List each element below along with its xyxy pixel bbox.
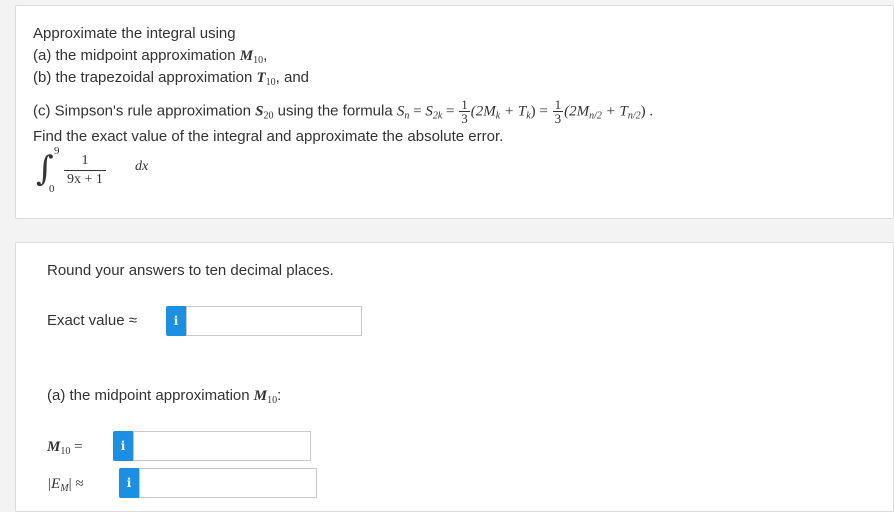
integral-expression: ∫ 9 0 1 9x + 1 dx xyxy=(36,145,176,199)
part-a-title-subscript: 10 xyxy=(267,395,278,406)
part-a-end: , xyxy=(263,47,268,64)
formula-part1: (2M xyxy=(470,103,496,120)
part-a-title-text: (a) the midpoint approximation xyxy=(47,387,254,404)
formula-n2b: n/2 xyxy=(627,110,641,122)
question-part-b: (b) the trapezoidal approximation T10, a… xyxy=(33,69,310,88)
error-input[interactable] xyxy=(139,468,317,498)
part-c-using: using the formula xyxy=(273,102,397,120)
m10-info-button[interactable]: i xyxy=(113,431,133,461)
part-b-symbol: T xyxy=(256,70,266,86)
integrand-fraction: 1 9x + 1 xyxy=(64,152,106,189)
part-a-title-symbol: M xyxy=(253,388,268,404)
formula-eq2: = xyxy=(442,103,459,120)
exact-value-input[interactable] xyxy=(186,306,362,336)
fraction-denominator: 3 xyxy=(461,111,468,126)
question-instruction: Find the exact value of the integral and… xyxy=(33,128,504,145)
part-c-text: (c) Simpson's rule approximation xyxy=(33,102,256,120)
one-third-fraction: 13 xyxy=(459,98,470,125)
formula-n2a: n/2 xyxy=(589,110,602,122)
exact-value-info-button[interactable]: i xyxy=(166,306,186,336)
exact-value-label: Exact value ≈ xyxy=(47,312,137,329)
question-card: Approximate the integral using (a) the m… xyxy=(15,5,894,219)
m10-label: M10 = xyxy=(47,438,83,457)
integrand-denominator: 9x + 1 xyxy=(67,172,103,187)
question-part-c: (c) Simpson's rule approximation S 20 usi… xyxy=(33,98,653,125)
m10-input[interactable] xyxy=(133,431,311,461)
formula-part6: ) . xyxy=(640,103,654,120)
m10-equals: = xyxy=(70,439,83,455)
integral-differential: dx xyxy=(135,159,149,174)
info-icon: i xyxy=(126,476,132,490)
error-open: |E xyxy=(47,476,61,492)
question-part-a: (a) the midpoint approximation M10, xyxy=(33,47,268,66)
one-third-fraction-2: 13 xyxy=(552,97,564,126)
formula-part3: ) = xyxy=(530,103,552,120)
part-a-title: (a) the midpoint approximation M10: xyxy=(47,387,282,406)
part-b-end: , and xyxy=(275,69,310,86)
answer-card: Round your answers to ten decimal places… xyxy=(15,242,894,512)
error-close: | ≈ xyxy=(68,476,84,492)
m10-subscript: 10 xyxy=(60,446,71,457)
m10-symbol: M xyxy=(47,439,61,455)
integral-lower-limit: 0 xyxy=(49,183,55,195)
part-b-subscript: 10 xyxy=(265,77,276,88)
error-info-button[interactable]: i xyxy=(119,468,139,498)
integrand-numerator: 1 xyxy=(64,152,106,171)
formula-eq1: = xyxy=(409,103,426,120)
formula-part2: + T xyxy=(500,103,527,120)
part-a-subscript: 10 xyxy=(253,55,264,66)
question-intro: Approximate the integral using xyxy=(33,25,236,42)
integral-upper-limit: 9 xyxy=(54,145,60,157)
formula-s2k: S xyxy=(425,103,433,120)
fraction-denominator-2: 3 xyxy=(554,111,562,126)
fraction-numerator-2: 1 xyxy=(552,97,564,112)
part-a-title-end: : xyxy=(277,387,282,404)
info-icon: i xyxy=(120,439,126,453)
part-a-text: (a) the midpoint approximation xyxy=(33,47,240,64)
rounding-instruction: Round your answers to ten decimal places… xyxy=(47,262,334,279)
error-label: |EM| ≈ xyxy=(47,475,84,494)
info-icon: i xyxy=(173,314,179,328)
formula-part4: (2M xyxy=(564,103,590,120)
simpson-subscript: 20 xyxy=(263,110,274,122)
part-b-text: (b) the trapezoidal approximation xyxy=(33,69,257,86)
fraction-numerator: 1 xyxy=(459,97,470,112)
formula-part5: + T xyxy=(601,103,628,120)
part-a-symbol: M xyxy=(239,48,254,64)
formula-2k-sub: 2k xyxy=(432,110,443,122)
error-subscript: M xyxy=(60,483,69,494)
